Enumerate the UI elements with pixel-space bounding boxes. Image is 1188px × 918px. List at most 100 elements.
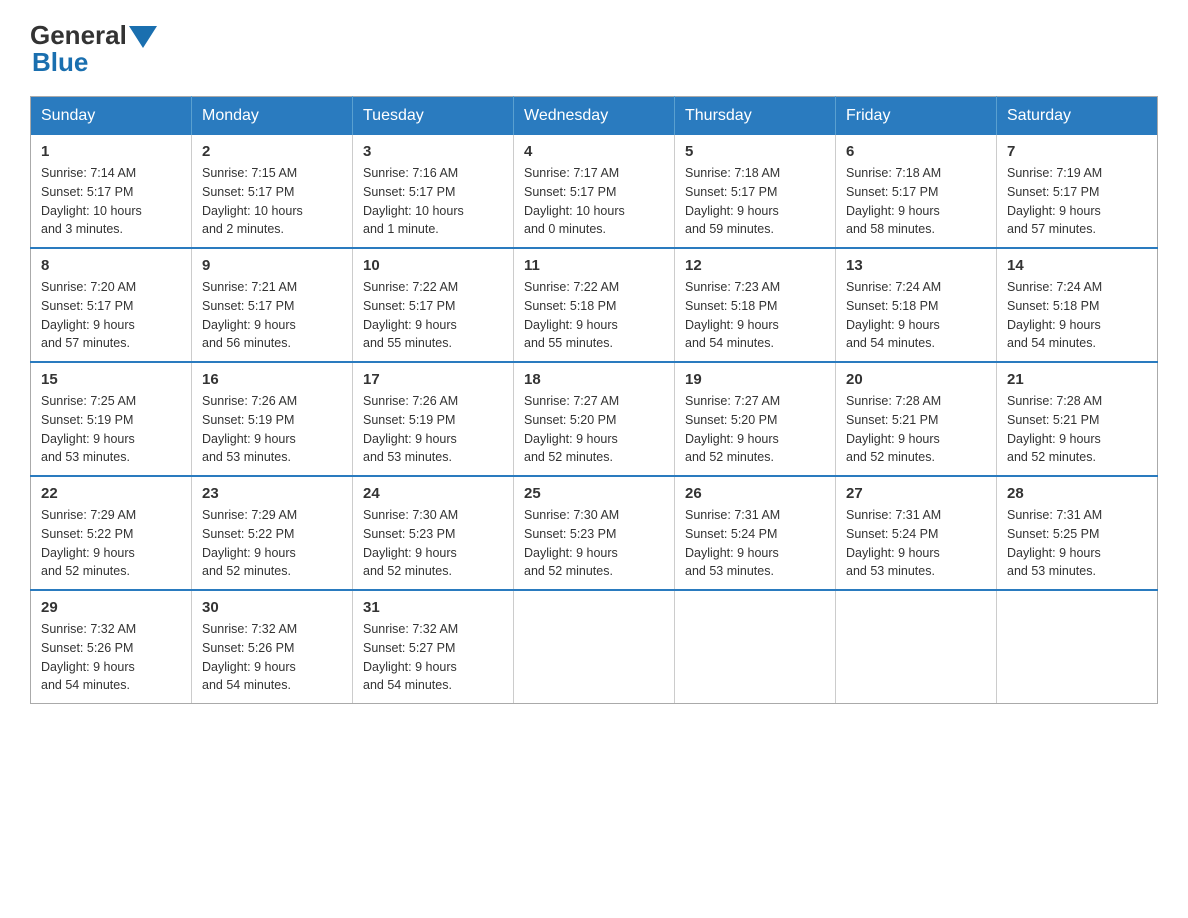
day-number: 6 <box>846 143 986 160</box>
calendar-cell <box>997 590 1158 704</box>
calendar-cell: 15 Sunrise: 7:25 AMSunset: 5:19 PMDaylig… <box>31 362 192 476</box>
day-number: 11 <box>524 257 664 274</box>
day-number: 29 <box>41 599 181 616</box>
calendar-cell: 18 Sunrise: 7:27 AMSunset: 5:20 PMDaylig… <box>514 362 675 476</box>
day-info: Sunrise: 7:31 AMSunset: 5:24 PMDaylight:… <box>685 506 825 581</box>
weekday-header-friday: Friday <box>836 97 997 136</box>
day-number: 13 <box>846 257 986 274</box>
day-info: Sunrise: 7:27 AMSunset: 5:20 PMDaylight:… <box>685 392 825 467</box>
calendar-cell: 7 Sunrise: 7:19 AMSunset: 5:17 PMDayligh… <box>997 135 1158 248</box>
calendar-cell: 26 Sunrise: 7:31 AMSunset: 5:24 PMDaylig… <box>675 476 836 590</box>
calendar-cell <box>836 590 997 704</box>
calendar-cell: 11 Sunrise: 7:22 AMSunset: 5:18 PMDaylig… <box>514 248 675 362</box>
day-number: 25 <box>524 485 664 502</box>
day-info: Sunrise: 7:17 AMSunset: 5:17 PMDaylight:… <box>524 164 664 239</box>
day-number: 19 <box>685 371 825 388</box>
day-info: Sunrise: 7:28 AMSunset: 5:21 PMDaylight:… <box>846 392 986 467</box>
calendar-cell: 19 Sunrise: 7:27 AMSunset: 5:20 PMDaylig… <box>675 362 836 476</box>
day-info: Sunrise: 7:30 AMSunset: 5:23 PMDaylight:… <box>363 506 503 581</box>
day-info: Sunrise: 7:22 AMSunset: 5:17 PMDaylight:… <box>363 278 503 353</box>
day-number: 14 <box>1007 257 1147 274</box>
day-info: Sunrise: 7:30 AMSunset: 5:23 PMDaylight:… <box>524 506 664 581</box>
day-number: 20 <box>846 371 986 388</box>
logo-blue-text: Blue <box>32 47 88 78</box>
logo-triangle-icon <box>129 26 157 48</box>
day-number: 2 <box>202 143 342 160</box>
day-number: 1 <box>41 143 181 160</box>
calendar-cell: 22 Sunrise: 7:29 AMSunset: 5:22 PMDaylig… <box>31 476 192 590</box>
day-number: 31 <box>363 599 503 616</box>
day-info: Sunrise: 7:29 AMSunset: 5:22 PMDaylight:… <box>41 506 181 581</box>
calendar-cell: 10 Sunrise: 7:22 AMSunset: 5:17 PMDaylig… <box>353 248 514 362</box>
calendar-week-row: 8 Sunrise: 7:20 AMSunset: 5:17 PMDayligh… <box>31 248 1158 362</box>
weekday-header-sunday: Sunday <box>31 97 192 136</box>
calendar-cell: 6 Sunrise: 7:18 AMSunset: 5:17 PMDayligh… <box>836 135 997 248</box>
day-number: 18 <box>524 371 664 388</box>
calendar-cell: 2 Sunrise: 7:15 AMSunset: 5:17 PMDayligh… <box>192 135 353 248</box>
calendar-cell: 17 Sunrise: 7:26 AMSunset: 5:19 PMDaylig… <box>353 362 514 476</box>
day-info: Sunrise: 7:24 AMSunset: 5:18 PMDaylight:… <box>846 278 986 353</box>
day-info: Sunrise: 7:24 AMSunset: 5:18 PMDaylight:… <box>1007 278 1147 353</box>
day-info: Sunrise: 7:23 AMSunset: 5:18 PMDaylight:… <box>685 278 825 353</box>
day-info: Sunrise: 7:19 AMSunset: 5:17 PMDaylight:… <box>1007 164 1147 239</box>
calendar-cell: 16 Sunrise: 7:26 AMSunset: 5:19 PMDaylig… <box>192 362 353 476</box>
calendar-cell: 20 Sunrise: 7:28 AMSunset: 5:21 PMDaylig… <box>836 362 997 476</box>
day-info: Sunrise: 7:14 AMSunset: 5:17 PMDaylight:… <box>41 164 181 239</box>
calendar-week-row: 15 Sunrise: 7:25 AMSunset: 5:19 PMDaylig… <box>31 362 1158 476</box>
day-info: Sunrise: 7:16 AMSunset: 5:17 PMDaylight:… <box>363 164 503 239</box>
calendar-cell <box>514 590 675 704</box>
weekday-header-saturday: Saturday <box>997 97 1158 136</box>
calendar-cell: 23 Sunrise: 7:29 AMSunset: 5:22 PMDaylig… <box>192 476 353 590</box>
calendar-cell: 8 Sunrise: 7:20 AMSunset: 5:17 PMDayligh… <box>31 248 192 362</box>
day-info: Sunrise: 7:20 AMSunset: 5:17 PMDaylight:… <box>41 278 181 353</box>
day-number: 16 <box>202 371 342 388</box>
day-number: 22 <box>41 485 181 502</box>
calendar-cell: 24 Sunrise: 7:30 AMSunset: 5:23 PMDaylig… <box>353 476 514 590</box>
day-info: Sunrise: 7:26 AMSunset: 5:19 PMDaylight:… <box>363 392 503 467</box>
day-number: 3 <box>363 143 503 160</box>
calendar-cell: 30 Sunrise: 7:32 AMSunset: 5:26 PMDaylig… <box>192 590 353 704</box>
calendar-cell: 29 Sunrise: 7:32 AMSunset: 5:26 PMDaylig… <box>31 590 192 704</box>
day-info: Sunrise: 7:31 AMSunset: 5:25 PMDaylight:… <box>1007 506 1147 581</box>
day-info: Sunrise: 7:29 AMSunset: 5:22 PMDaylight:… <box>202 506 342 581</box>
day-number: 10 <box>363 257 503 274</box>
weekday-header-thursday: Thursday <box>675 97 836 136</box>
calendar-cell: 25 Sunrise: 7:30 AMSunset: 5:23 PMDaylig… <box>514 476 675 590</box>
calendar-cell: 31 Sunrise: 7:32 AMSunset: 5:27 PMDaylig… <box>353 590 514 704</box>
calendar-week-row: 29 Sunrise: 7:32 AMSunset: 5:26 PMDaylig… <box>31 590 1158 704</box>
day-number: 24 <box>363 485 503 502</box>
calendar-cell: 3 Sunrise: 7:16 AMSunset: 5:17 PMDayligh… <box>353 135 514 248</box>
day-number: 26 <box>685 485 825 502</box>
day-number: 21 <box>1007 371 1147 388</box>
day-info: Sunrise: 7:31 AMSunset: 5:24 PMDaylight:… <box>846 506 986 581</box>
day-info: Sunrise: 7:22 AMSunset: 5:18 PMDaylight:… <box>524 278 664 353</box>
calendar-cell: 5 Sunrise: 7:18 AMSunset: 5:17 PMDayligh… <box>675 135 836 248</box>
calendar-week-row: 1 Sunrise: 7:14 AMSunset: 5:17 PMDayligh… <box>31 135 1158 248</box>
day-number: 23 <box>202 485 342 502</box>
calendar-cell: 27 Sunrise: 7:31 AMSunset: 5:24 PMDaylig… <box>836 476 997 590</box>
calendar-cell: 13 Sunrise: 7:24 AMSunset: 5:18 PMDaylig… <box>836 248 997 362</box>
day-number: 15 <box>41 371 181 388</box>
day-info: Sunrise: 7:32 AMSunset: 5:27 PMDaylight:… <box>363 620 503 695</box>
calendar-week-row: 22 Sunrise: 7:29 AMSunset: 5:22 PMDaylig… <box>31 476 1158 590</box>
day-number: 8 <box>41 257 181 274</box>
day-number: 17 <box>363 371 503 388</box>
day-number: 27 <box>846 485 986 502</box>
day-info: Sunrise: 7:27 AMSunset: 5:20 PMDaylight:… <box>524 392 664 467</box>
logo: General Blue <box>30 20 157 78</box>
calendar-cell: 21 Sunrise: 7:28 AMSunset: 5:21 PMDaylig… <box>997 362 1158 476</box>
weekday-header-wednesday: Wednesday <box>514 97 675 136</box>
day-number: 28 <box>1007 485 1147 502</box>
weekday-header-tuesday: Tuesday <box>353 97 514 136</box>
day-info: Sunrise: 7:18 AMSunset: 5:17 PMDaylight:… <box>846 164 986 239</box>
day-number: 7 <box>1007 143 1147 160</box>
calendar-cell: 9 Sunrise: 7:21 AMSunset: 5:17 PMDayligh… <box>192 248 353 362</box>
day-info: Sunrise: 7:25 AMSunset: 5:19 PMDaylight:… <box>41 392 181 467</box>
day-info: Sunrise: 7:26 AMSunset: 5:19 PMDaylight:… <box>202 392 342 467</box>
day-number: 9 <box>202 257 342 274</box>
calendar-cell: 4 Sunrise: 7:17 AMSunset: 5:17 PMDayligh… <box>514 135 675 248</box>
day-number: 30 <box>202 599 342 616</box>
weekday-header-monday: Monday <box>192 97 353 136</box>
day-info: Sunrise: 7:28 AMSunset: 5:21 PMDaylight:… <box>1007 392 1147 467</box>
calendar-cell <box>675 590 836 704</box>
